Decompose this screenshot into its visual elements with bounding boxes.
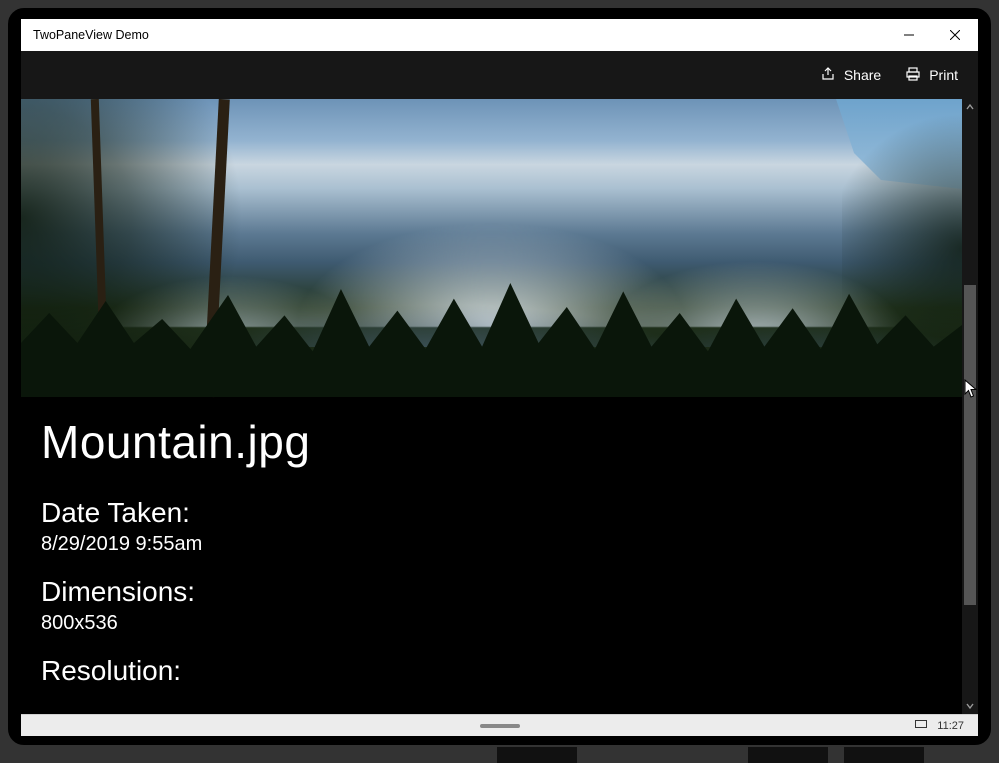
titlebar: TwoPaneView Demo [21,19,978,51]
share-button[interactable]: Share [810,60,891,91]
dimensions-value: 800x536 [41,612,942,635]
content-area: Mountain.jpg Date Taken: 8/29/2019 9:55a… [21,99,978,714]
resolution-label: Resolution: [41,655,942,687]
minimize-button[interactable] [886,19,932,51]
device-frame: TwoPaneView Demo S [8,8,991,745]
scroll-down-arrow-icon[interactable] [962,698,978,714]
share-icon [820,66,836,85]
date-taken-value: 8/29/2019 9:55am [41,533,942,556]
image-pane [21,99,962,397]
vertical-scrollbar[interactable] [962,99,978,714]
background-blocks [0,745,999,763]
taskbar: 11:27 [21,714,978,736]
scrollbar-track[interactable] [962,115,978,698]
window-buttons [886,19,978,51]
taskbar-handle[interactable] [480,724,520,728]
scroll-viewport: Mountain.jpg Date Taken: 8/29/2019 9:55a… [21,99,962,714]
print-label: Print [929,67,958,83]
details-pane: Mountain.jpg Date Taken: 8/29/2019 9:55a… [21,397,962,707]
app-window: TwoPaneView Demo S [21,19,978,736]
date-taken-label: Date Taken: [41,497,942,529]
scroll-up-arrow-icon[interactable] [962,99,978,115]
print-icon [905,66,921,85]
print-button[interactable]: Print [895,60,968,91]
keyboard-icon[interactable] [915,719,927,732]
close-button[interactable] [932,19,978,51]
system-tray: 11:27 [915,719,964,732]
dimensions-label: Dimensions: [41,576,942,608]
window-title: TwoPaneView Demo [33,28,886,42]
command-bar: Share Print [21,51,978,99]
scrollbar-thumb[interactable] [964,285,976,605]
share-label: Share [844,67,881,83]
taskbar-clock[interactable]: 11:27 [937,720,964,732]
file-name: Mountain.jpg [41,415,942,469]
